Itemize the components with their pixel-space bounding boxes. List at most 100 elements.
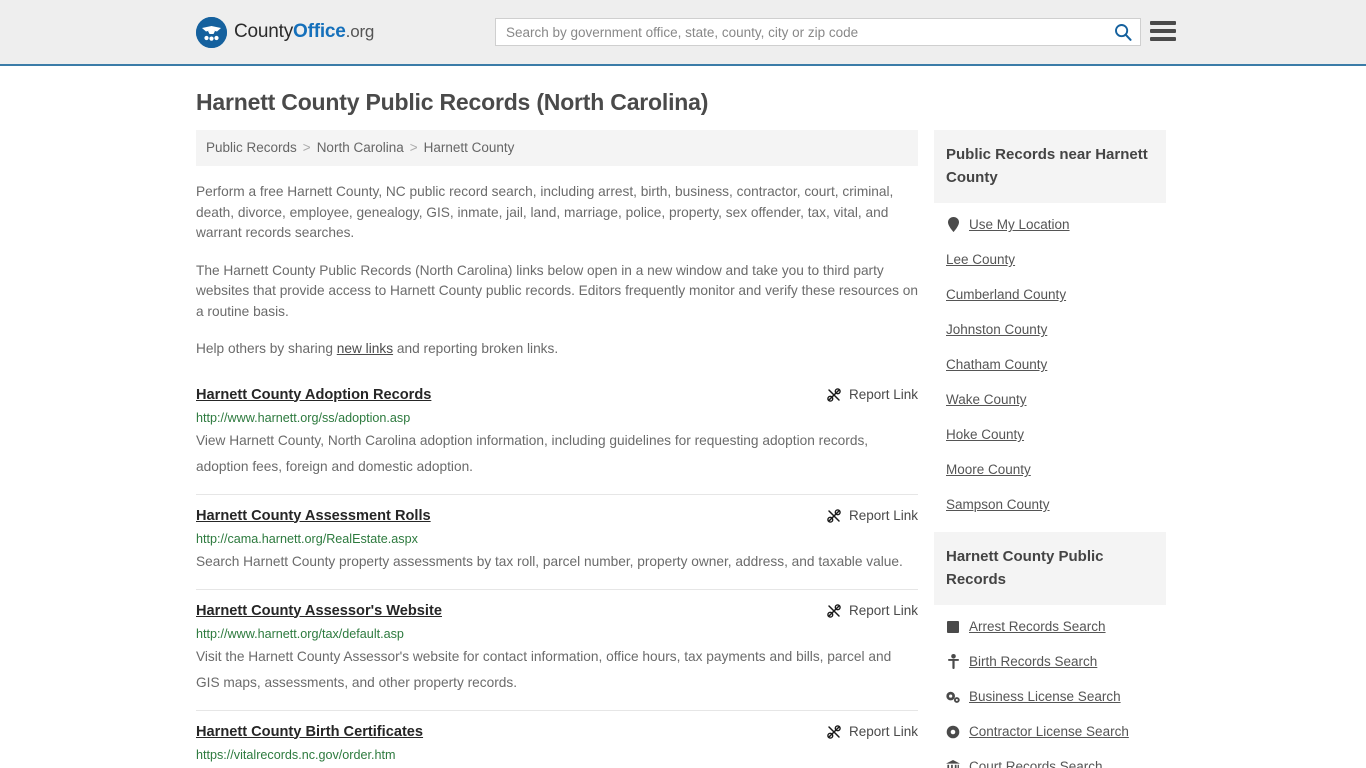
- sidebar-item-label: Contractor License Search: [969, 724, 1129, 739]
- broken-link-icon: [827, 508, 841, 523]
- site-logo[interactable]: CountyOffice.org: [196, 16, 374, 48]
- site-header: CountyOffice.org: [0, 0, 1366, 66]
- baby-icon: [946, 654, 960, 669]
- page-title: Harnett County Public Records (North Car…: [196, 89, 709, 115]
- sidebar-item-sampson-county[interactable]: Sampson County: [946, 487, 1166, 522]
- gear-icon: [946, 724, 960, 739]
- result-url[interactable]: https://vitalrecords.nc.gov/order.htm: [196, 748, 918, 763]
- result-item: Harnett County Adoption Records Report L…: [196, 378, 918, 494]
- result-title-link[interactable]: Harnett County Birth Certificates: [196, 723, 423, 741]
- logo-text-county: County: [234, 21, 294, 42]
- result-title-link[interactable]: Harnett County Assessor's Website: [196, 602, 442, 620]
- hamburger-menu-button[interactable]: [1150, 19, 1176, 43]
- intro-paragraph-2: The Harnett County Public Records (North…: [196, 262, 918, 319]
- breadcrumb-separator: >: [409, 140, 418, 155]
- result-item: Harnett County Assessment Rolls Report L…: [196, 493, 918, 589]
- sidebar-item-chatham-county[interactable]: Chatham County: [946, 347, 1166, 382]
- broken-link-icon: [827, 724, 841, 739]
- result-header: Harnett County Birth Certificates Report…: [196, 723, 918, 741]
- sidebar-item-label: Moore County: [946, 462, 1031, 477]
- sidebar-item-label: Chatham County: [946, 357, 1048, 372]
- sidebar-item-lee-county[interactable]: Lee County: [946, 242, 1166, 277]
- breadcrumb-separator: >: [302, 140, 311, 155]
- sidebar-item-label: Court Records Search: [969, 759, 1103, 768]
- sidebar-item-moore-county[interactable]: Moore County: [946, 452, 1166, 487]
- search-input[interactable]: [496, 19, 1106, 45]
- result-url[interactable]: http://www.harnett.org/tax/default.asp: [196, 627, 918, 642]
- content-columns: Public Records > North Carolina > Harnet…: [196, 130, 1366, 768]
- hamburger-menu-icon: [1150, 21, 1176, 25]
- sidebar-item-court-records-search[interactable]: Court Records Search: [946, 749, 1166, 768]
- new-links-link[interactable]: new links: [337, 341, 393, 356]
- intro-text-after-link: and reporting broken links.: [393, 341, 559, 356]
- report-link-button[interactable]: Report Link: [826, 386, 918, 403]
- report-link-label: Report Link: [848, 603, 918, 618]
- sidebar-item-wake-county[interactable]: Wake County: [946, 382, 1166, 417]
- main-content: Public Records > North Carolina > Harnet…: [196, 130, 918, 768]
- square-badge-icon: [946, 619, 960, 634]
- intro-paragraph-3: Help others by sharing new links and rep…: [196, 339, 918, 360]
- nearby-panel-title: Public Records near Harnett County: [934, 130, 1166, 203]
- search-button[interactable]: [1106, 19, 1140, 45]
- sidebar-item-label: Sampson County: [946, 497, 1050, 512]
- sidebar-item-contractor-license-search[interactable]: Contractor License Search: [946, 714, 1166, 749]
- courthouse-icon: [946, 759, 960, 768]
- sidebar-item-label: Arrest Records Search: [969, 619, 1106, 634]
- result-header: Harnett County Assessment Rolls Report L…: [196, 507, 918, 525]
- county-records-panel: Harnett County Public Records Arrest Rec…: [934, 532, 1166, 768]
- page-body: Harnett County Public Records (North Car…: [0, 89, 1366, 768]
- sidebar-item-label: Lee County: [946, 252, 1016, 267]
- gears-icon: [946, 689, 960, 704]
- broken-link-icon: [827, 387, 841, 402]
- result-description: View Harnett County, North Carolina birt…: [196, 765, 918, 768]
- report-link-label: Report Link: [848, 387, 918, 402]
- intro-paragraph-1: Perform a free Harnett County, NC public…: [196, 184, 894, 240]
- sidebar: Public Records near Harnett County Use M…: [934, 130, 1166, 768]
- result-item: Harnett County Birth Certificates Report…: [196, 709, 918, 768]
- nearby-county-list: Use My Location Lee County Cumberland Co…: [934, 203, 1166, 522]
- eagle-seal-icon: [196, 16, 227, 48]
- intro-section: Perform a free Harnett County, NC public…: [196, 182, 918, 360]
- sidebar-item-johnston-county[interactable]: Johnston County: [946, 312, 1166, 347]
- result-url[interactable]: http://cama.harnett.org/RealEstate.aspx: [196, 532, 918, 547]
- site-logo-text: CountyOffice.org: [234, 21, 374, 43]
- map-pin-icon: [946, 217, 960, 232]
- report-link-button[interactable]: Report Link: [826, 723, 918, 740]
- sidebar-item-birth-records-search[interactable]: Birth Records Search: [946, 644, 1166, 679]
- result-title-link[interactable]: Harnett County Adoption Records: [196, 386, 431, 404]
- report-link-button[interactable]: Report Link: [826, 602, 918, 619]
- sidebar-item-label: Cumberland County: [946, 287, 1067, 302]
- sidebar-item-hoke-county[interactable]: Hoke County: [946, 417, 1166, 452]
- result-item: Harnett County Assessor's Website Report…: [196, 588, 918, 710]
- search-bar: [495, 18, 1141, 46]
- results-list: Harnett County Adoption Records Report L…: [196, 378, 918, 768]
- broken-link-icon: [827, 603, 841, 618]
- nearby-records-panel: Public Records near Harnett County Use M…: [934, 130, 1166, 522]
- sidebar-item-cumberland-county[interactable]: Cumberland County: [946, 277, 1166, 312]
- intro-text-before-link: Help others by sharing: [196, 341, 337, 356]
- logo-text-office: Office: [293, 21, 346, 42]
- sidebar-item-arrest-records-search[interactable]: Arrest Records Search: [946, 609, 1166, 644]
- result-title-link[interactable]: Harnett County Assessment Rolls: [196, 507, 431, 525]
- breadcrumb: Public Records > North Carolina > Harnet…: [196, 130, 918, 166]
- breadcrumb-item-harnett-county: Harnett County: [423, 140, 515, 155]
- result-description: View Harnett County, North Carolina adop…: [196, 432, 869, 474]
- result-description: Search Harnett County property assessmen…: [196, 553, 903, 569]
- report-link-button[interactable]: Report Link: [826, 507, 918, 524]
- breadcrumb-item-public-records[interactable]: Public Records: [206, 140, 297, 155]
- sidebar-item-use-my-location[interactable]: Use My Location: [946, 207, 1166, 242]
- result-header: Harnett County Assessor's Website Report…: [196, 602, 918, 620]
- search-icon: [1115, 24, 1132, 41]
- sidebar-item-label: Hoke County: [946, 427, 1025, 442]
- report-link-label: Report Link: [848, 508, 918, 523]
- breadcrumb-item-north-carolina[interactable]: North Carolina: [317, 140, 404, 155]
- sidebar-item-label: Business License Search: [969, 689, 1121, 704]
- logo-text-org: .org: [345, 22, 375, 41]
- report-link-label: Report Link: [848, 724, 918, 739]
- sidebar-item-label: Use My Location: [969, 217, 1070, 232]
- result-header: Harnett County Adoption Records Report L…: [196, 386, 918, 404]
- result-url[interactable]: http://www.harnett.org/ss/adoption.asp: [196, 411, 918, 426]
- sidebar-item-label: Wake County: [946, 392, 1027, 407]
- records-panel-title: Harnett County Public Records: [934, 532, 1166, 605]
- sidebar-item-business-license-search[interactable]: Business License Search: [946, 679, 1166, 714]
